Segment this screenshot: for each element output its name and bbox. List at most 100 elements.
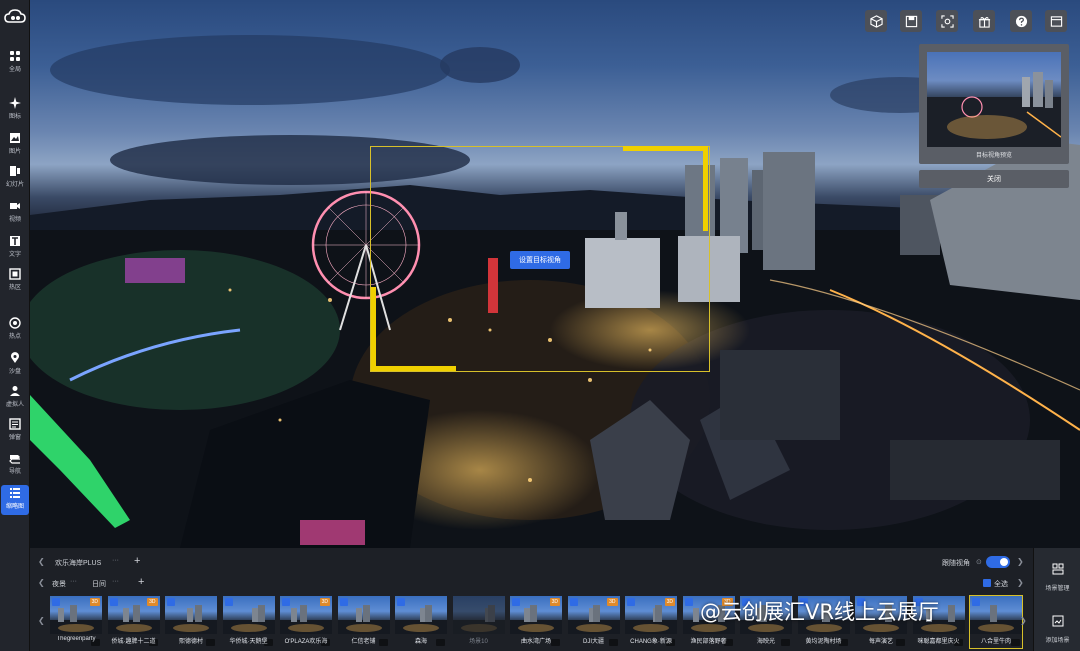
strip-next-arrow[interactable]: ❯ <box>1020 616 1027 625</box>
scene-card[interactable]: 3D CHANG象·新源 <box>625 596 677 648</box>
scene-3d-badge: 3D <box>147 598 158 606</box>
help-button[interactable] <box>1010 10 1032 32</box>
select-all-checkbox[interactable] <box>983 579 991 587</box>
sidebar-item-8[interactable]: 沙盘 <box>1 350 29 380</box>
sidebar-item-label: 虚拟人 <box>5 402 24 408</box>
scene-card[interactable]: 华侨城·天鹅堡 <box>222 596 275 648</box>
sub-next-arrow[interactable]: ❯ <box>1017 578 1024 587</box>
sidebar-item-1[interactable]: 图标 <box>1 95 29 125</box>
add-scene-button[interactable]: 添加场景 <box>1034 614 1080 644</box>
scene-checkbox[interactable] <box>52 598 60 606</box>
sidebar-item-11[interactable]: 导航 <box>1 450 29 480</box>
sidebar-item-0[interactable]: 全局 <box>1 48 29 78</box>
scene-manage-button[interactable]: 场景管理 <box>1034 562 1080 592</box>
scene-label: 曲水湾广场 <box>520 639 551 645</box>
view-button[interactable] <box>936 10 958 32</box>
frame-corner-left <box>371 287 376 371</box>
scene-card[interactable]: 3D OʹPLAZA欢乐海 <box>280 596 332 648</box>
watermark: @云创展汇VR线上云展厅 <box>700 596 939 626</box>
scene-3d-badge: 3D <box>89 598 100 606</box>
scene-label: 渔民部落野奢 <box>690 639 727 645</box>
select-all-label: 全选 <box>994 581 1008 588</box>
scene-checkbox[interactable] <box>282 598 290 606</box>
sidebar-item-2[interactable]: 图片 <box>1 130 29 160</box>
gift-icon <box>978 16 990 28</box>
add-scene-label: 添加场景 <box>1045 638 1070 644</box>
cube-button[interactable] <box>865 10 887 32</box>
sidebar-item-6[interactable]: 热区 <box>1 266 29 296</box>
nav-icon <box>9 455 20 464</box>
scene-checkbox[interactable] <box>109 598 118 606</box>
window-button[interactable] <box>1045 10 1067 32</box>
sidebar-item-5[interactable]: 文字 <box>1 233 29 263</box>
text-icon <box>10 236 20 246</box>
scene-label: Thegreenparty <box>56 636 96 642</box>
add-group-button[interactable]: + <box>134 555 140 567</box>
scene-checkbox[interactable] <box>512 598 520 606</box>
scene-side-panel: 场景管理 添加场景 <box>1033 548 1080 651</box>
scene-card[interactable]: 3D 侨城·趣脾十二道 <box>107 596 160 648</box>
scene-card[interactable]: 八合里牛肉 <box>969 595 1023 649</box>
sidebar-item-10[interactable]: 弹窗 <box>1 416 29 446</box>
close-preview-button[interactable]: 关闭 <box>919 170 1069 188</box>
scene-card[interactable]: 熙德德村 <box>165 596 217 648</box>
sidebar-item-label: 幻灯片 <box>5 182 24 188</box>
scene-card[interactable]: 森海 <box>395 596 447 648</box>
save-icon <box>905 15 917 27</box>
sidebar-item-label: 视频 <box>8 217 21 223</box>
frame-corner-top <box>623 146 708 151</box>
sidebar-item-12[interactable]: 缩略图 <box>1 485 29 515</box>
scene-manage-label: 场景管理 <box>1045 586 1070 592</box>
video-icon <box>10 203 20 209</box>
hotspot-icon <box>9 317 21 329</box>
strip-prev-arrow[interactable]: ❮ <box>38 616 45 625</box>
gift-button[interactable] <box>973 10 995 32</box>
scene-checkbox[interactable] <box>339 598 348 606</box>
frame-corner-right <box>703 146 708 231</box>
scene-3d-badge: 3D <box>319 598 330 606</box>
group-prev-arrow[interactable]: ❮ <box>38 557 45 566</box>
scene-label: 每声演艺 <box>868 639 893 645</box>
scene-card[interactable]: 3D 曲水湾广场 <box>510 596 562 648</box>
sub-tab-day-more[interactable]: ··· <box>112 578 119 585</box>
group-tab[interactable]: 欢乐海岸PLUS <box>55 558 101 568</box>
pin-icon <box>11 352 19 363</box>
sidebar-item-label: 图标 <box>8 114 21 120</box>
target-view-preview: 目标视角预览 <box>919 44 1069 164</box>
sub-tab-night[interactable]: 夜景 <box>52 579 66 589</box>
sidebar-item-3[interactable]: 幻灯片 <box>1 163 29 193</box>
scene-checkbox[interactable] <box>167 598 175 606</box>
scene-card[interactable]: 场景10 <box>452 596 505 648</box>
scene-checkbox[interactable] <box>569 598 578 606</box>
group-more[interactable]: ··· <box>112 557 119 564</box>
follow-info-icon: ⊙ <box>976 559 982 566</box>
sidebar-item-label: 缩略图 <box>5 504 24 510</box>
follow-view-toggle[interactable] <box>986 556 1010 568</box>
scene-checkbox[interactable] <box>397 598 405 606</box>
sidebar-item-label: 热区 <box>8 285 21 291</box>
list-icon <box>10 488 20 498</box>
scene-label: CHANG象·新源 <box>630 639 672 645</box>
set-target-view-button[interactable]: 设置目标视角 <box>510 251 570 269</box>
scene-card[interactable]: 3D Thegreenparty <box>50 596 102 648</box>
add-scene-icon <box>1052 615 1063 627</box>
subgroup-row: ❮ 夜景 ··· 日间 ··· + 全选 ❯ <box>30 575 1030 591</box>
save-button[interactable] <box>900 10 922 32</box>
sidebar-item-9[interactable]: 虚拟人 <box>1 383 29 413</box>
sidebar-item-7[interactable]: 热点 <box>1 315 29 345</box>
scene-card[interactable]: 仁信老铺 <box>337 596 390 648</box>
scene-checkbox[interactable] <box>224 598 233 606</box>
grid-icon <box>10 51 20 61</box>
sub-prev-arrow[interactable]: ❮ <box>38 578 45 587</box>
scene-card[interactable]: 3D DJI大疆 <box>567 596 620 648</box>
sidebar-item-4[interactable]: 视频 <box>1 198 29 228</box>
scene-checkbox[interactable] <box>684 598 693 606</box>
add-sub-button[interactable]: + <box>138 576 144 588</box>
scene-thumbnail <box>452 596 505 634</box>
group-next-arrow[interactable]: ❯ <box>1017 557 1024 566</box>
scene-checkbox[interactable] <box>972 598 980 606</box>
sub-tab-day[interactable]: 日间 <box>92 579 106 589</box>
preview-caption: 目标视角预览 <box>975 153 1012 159</box>
sub-tab-night-more[interactable]: ··· <box>70 578 77 585</box>
scene-checkbox[interactable] <box>627 598 635 606</box>
